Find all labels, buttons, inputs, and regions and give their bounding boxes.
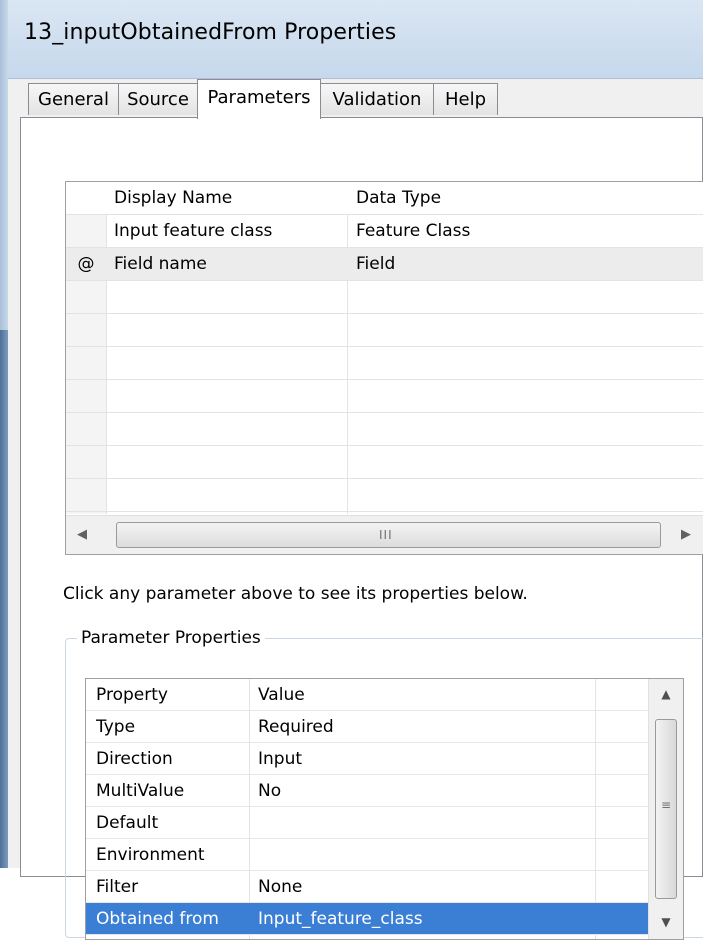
horizontal-scroll-thumb[interactable]: III (116, 522, 661, 548)
scroll-grip-icon: III (379, 528, 393, 542)
properties-table: Property Value Type Required Direction I… (85, 678, 684, 940)
group-legend: Parameter Properties (77, 628, 265, 648)
empty-row[interactable] (66, 479, 703, 512)
header-value[interactable]: Value (258, 679, 588, 711)
table-row[interactable]: Input feature class Feature Class (66, 215, 703, 248)
dialog-body: General Source Parameters Validation Hel… (8, 79, 703, 940)
table-row[interactable]: MultiValue No (86, 775, 649, 807)
scroll-down-icon[interactable]: ▼ (649, 909, 683, 935)
table-row[interactable]: Environment (86, 839, 649, 871)
property-cell: Direction (96, 749, 173, 769)
table-row[interactable]: Type Required (86, 711, 649, 743)
property-cell: Environment (96, 845, 205, 865)
table-header-row: Display Name Data Type (66, 182, 703, 215)
row-marker (66, 215, 106, 248)
window-left-edge (0, 0, 8, 868)
scroll-right-icon[interactable]: ▶ (678, 525, 694, 545)
data-type-cell[interactable]: Field (356, 248, 696, 281)
header-display-name[interactable]: Display Name (114, 182, 344, 215)
table-row-selected[interactable]: Obtained from Input_feature_class (86, 903, 649, 935)
table-header-row: Property Value (86, 679, 649, 711)
horizontal-scrollbar[interactable]: ◀ III ▶ (66, 515, 703, 554)
tab-help[interactable]: Help (433, 83, 498, 115)
value-cell[interactable]: Input_feature_class (258, 903, 588, 935)
value-cell[interactable]: No (258, 775, 588, 807)
empty-row[interactable] (66, 380, 703, 413)
display-name-cell[interactable]: Input feature class (114, 215, 344, 248)
value-cell[interactable] (258, 839, 588, 871)
empty-row[interactable] (66, 446, 703, 479)
tab-strip: General Source Parameters Validation Hel… (28, 79, 703, 119)
title-bar[interactable]: 13_inputObtainedFrom Properties (8, 0, 703, 79)
empty-row[interactable] (66, 413, 703, 446)
scroll-grip-icon: ≡ (661, 798, 672, 812)
parameters-panel: Display Name Data Type Input feature cla… (20, 117, 703, 940)
property-cell: Filter (96, 877, 139, 897)
table-row[interactable]: @ Field name Field (66, 248, 703, 281)
display-name-cell[interactable]: Field name (114, 248, 344, 281)
vertical-scrollbar[interactable]: ▲ ≡ ▼ (648, 679, 683, 939)
property-cell: Obtained from (96, 909, 219, 929)
table-row[interactable]: Default (86, 807, 649, 839)
tab-general[interactable]: General (28, 83, 119, 115)
parameters-table: Display Name Data Type Input feature cla… (65, 181, 703, 555)
value-cell[interactable] (258, 807, 588, 839)
scroll-left-icon[interactable]: ◀ (74, 525, 90, 545)
empty-row[interactable] (66, 314, 703, 347)
header-marker-cell (68, 182, 104, 215)
value-cell[interactable]: Input (258, 743, 588, 775)
scroll-up-icon[interactable]: ▲ (649, 681, 683, 707)
empty-row[interactable] (66, 347, 703, 380)
table-row[interactable]: Filter None (86, 871, 649, 903)
hint-text: Click any parameter above to see its pro… (63, 584, 528, 604)
tab-parameters[interactable]: Parameters (197, 79, 321, 119)
window-title: 13_inputObtainedFrom Properties (24, 20, 397, 45)
data-type-cell[interactable]: Feature Class (356, 215, 696, 248)
background-window-edge (0, 330, 8, 868)
table-row[interactable]: Direction Input (86, 743, 649, 775)
row-marker: @ (77, 254, 95, 274)
empty-row[interactable] (66, 281, 703, 314)
header-property[interactable]: Property (96, 679, 246, 711)
property-cell: Type (96, 717, 136, 737)
tab-validation[interactable]: Validation (320, 83, 434, 115)
vertical-scroll-thumb[interactable]: ≡ (655, 719, 677, 899)
property-cell: MultiValue (96, 781, 185, 801)
property-cell: Default (96, 813, 159, 833)
header-data-type[interactable]: Data Type (356, 182, 696, 215)
tab-source[interactable]: Source (118, 83, 198, 115)
value-cell[interactable]: None (258, 871, 588, 903)
value-cell[interactable]: Required (258, 711, 588, 743)
